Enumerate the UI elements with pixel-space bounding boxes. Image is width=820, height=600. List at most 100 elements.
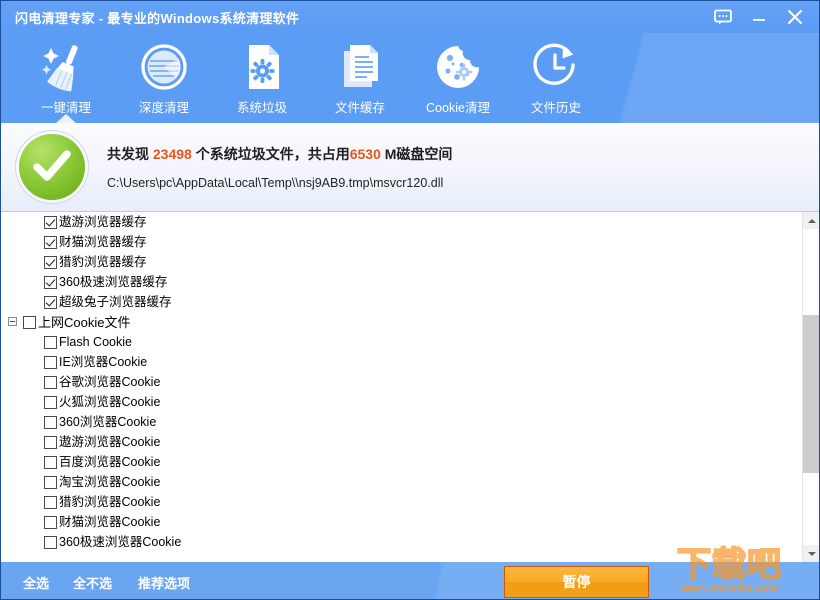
speech-bubble-icon: [714, 9, 732, 25]
item-label: 谷歌浏览器Cookie: [59, 374, 161, 389]
window-controls: [705, 1, 813, 33]
select-none-button[interactable]: 全不选: [73, 573, 112, 592]
tab-label: 文件缓存: [334, 101, 385, 115]
tab-label: 系统垃圾: [236, 101, 287, 115]
scrollbar-track[interactable]: [803, 229, 819, 545]
item-label: Flash Cookie: [59, 334, 132, 349]
item-checkbox[interactable]: [44, 355, 57, 369]
tab-label: 文件历史: [530, 101, 581, 115]
item-label: 火狐浏览器Cookie: [59, 394, 161, 409]
list-item[interactable]: 百度浏览器Cookie: [1, 452, 801, 472]
list-item[interactable]: 谷歌浏览器Cookie: [1, 372, 801, 392]
close-icon: [788, 10, 802, 24]
tab-deep-clean[interactable]: 深度清理: [115, 33, 213, 123]
item-label: 财猫浏览器Cookie: [59, 514, 161, 529]
item-label: 360极速浏览器Cookie: [59, 534, 182, 549]
disc-icon: [137, 39, 191, 95]
item-checkbox[interactable]: [44, 455, 57, 469]
collapse-expander-icon[interactable]: [8, 317, 17, 326]
tab-file-history[interactable]: 文件历史: [507, 33, 605, 123]
item-checkbox[interactable]: [44, 335, 57, 349]
window-title: 闪电清理专家 - 最专业的Windows系统清理软件: [15, 10, 300, 26]
scrollbar-thumb[interactable]: [803, 315, 819, 473]
pause-button[interactable]: 暂停: [504, 566, 649, 598]
item-checkbox[interactable]: [44, 275, 57, 289]
current-scan-path: C:\Users\pc\AppData\Local\Temp\\nsj9AB9.…: [107, 176, 444, 190]
list-item[interactable]: 超级兔子浏览器缓存: [1, 292, 801, 312]
summary-suffix: M磁盘空间: [380, 146, 453, 162]
cookie-icon: [431, 39, 485, 95]
tab-label: 深度清理: [138, 101, 189, 115]
item-label: 遨游浏览器缓存: [59, 214, 147, 229]
item-label: 遨游浏览器Cookie: [59, 434, 161, 449]
list-item[interactable]: IE浏览器Cookie: [1, 352, 801, 372]
list-item[interactable]: 财猫浏览器Cookie: [1, 512, 801, 532]
item-label: 360浏览器Cookie: [59, 414, 157, 429]
group-checkbox[interactable]: [23, 315, 36, 329]
item-checkbox[interactable]: [44, 215, 57, 229]
tab-cookie-clean[interactable]: Cookie清理: [409, 33, 507, 123]
item-label: 猎豹浏览器Cookie: [59, 494, 161, 509]
item-label: 猎豹浏览器缓存: [59, 254, 147, 269]
group-label: 上网Cookie文件: [38, 314, 131, 330]
list-item[interactable]: 淘宝浏览器Cookie: [1, 472, 801, 492]
list-group-cookie-files[interactable]: 上网Cookie文件: [1, 312, 801, 332]
active-tab-pointer: [55, 114, 77, 123]
item-checkbox[interactable]: [44, 435, 57, 449]
list-item[interactable]: 360浏览器Cookie: [1, 412, 801, 432]
close-button[interactable]: [777, 2, 813, 32]
feedback-button[interactable]: [705, 2, 741, 32]
select-all-button[interactable]: 全选: [23, 573, 49, 592]
scan-summary: 共发现 23498 个系统垃圾文件，共占用6530 M磁盘空间: [107, 144, 452, 164]
application-window: 闪电清理专家 - 最专业的Windows系统清理软件 一键清理 深度清理 系统垃…: [0, 0, 820, 600]
junk-list: 遨游浏览器缓存 财猫浏览器缓存 猎豹浏览器缓存 360极速浏览器缓存 超级兔子浏…: [1, 212, 801, 562]
item-checkbox[interactable]: [44, 535, 57, 549]
summary-prefix: 共发现: [107, 146, 153, 162]
item-checkbox[interactable]: [44, 255, 57, 269]
tab-file-cache[interactable]: 文件缓存: [311, 33, 409, 123]
list-item[interactable]: 360极速浏览器Cookie: [1, 532, 801, 552]
item-checkbox[interactable]: [44, 375, 57, 389]
list-item[interactable]: Flash Cookie: [1, 332, 801, 352]
list-item[interactable]: 猎豹浏览器缓存: [1, 252, 801, 272]
banner-text-block: 共发现 23498 个系统垃圾文件，共占用6530 M磁盘空间 C:\Users…: [107, 144, 452, 190]
green-check-icon: [19, 134, 85, 200]
title-bar: 闪电清理专家 - 最专业的Windows系统清理软件: [1, 1, 819, 33]
item-checkbox[interactable]: [44, 495, 57, 509]
item-label: 财猫浏览器缓存: [59, 234, 147, 249]
item-checkbox[interactable]: [44, 475, 57, 489]
tab-one-click-clean[interactable]: 一键清理: [17, 33, 115, 123]
item-label: IE浏览器Cookie: [59, 354, 148, 369]
summary-middle: 个系统垃圾文件，共占用: [191, 146, 350, 162]
minimize-button[interactable]: [741, 2, 777, 32]
junk-size-value: 6530: [349, 146, 381, 162]
item-checkbox[interactable]: [44, 295, 57, 309]
list-scrollbar[interactable]: [802, 212, 819, 562]
junk-list-area: 遨游浏览器缓存 财猫浏览器缓存 猎豹浏览器缓存 360极速浏览器缓存 超级兔子浏…: [1, 212, 819, 562]
bottom-bar: 全选 全不选 推荐选项 暂停: [1, 562, 819, 599]
recommended-options-button[interactable]: 推荐选项: [138, 573, 190, 592]
minimize-icon: [753, 19, 765, 21]
list-item[interactable]: 360极速浏览器缓存: [1, 272, 801, 292]
status-banner: 共发现 23498 个系统垃圾文件，共占用6530 M磁盘空间 C:\Users…: [1, 123, 819, 212]
list-item[interactable]: 财猫浏览器缓存: [1, 232, 801, 252]
tab-label: Cookie清理: [426, 101, 490, 115]
item-checkbox[interactable]: [44, 415, 57, 429]
scroll-down-button[interactable]: [803, 545, 819, 562]
tab-bar: 一键清理 深度清理 系统垃圾 文件缓存 Cookie清理 文件历史: [1, 33, 819, 123]
item-checkbox[interactable]: [44, 395, 57, 409]
item-label: 淘宝浏览器Cookie: [59, 474, 161, 489]
list-item[interactable]: 猎豹浏览器Cookie: [1, 492, 801, 512]
list-item[interactable]: 遨游浏览器Cookie: [1, 432, 801, 452]
item-label: 超级兔子浏览器缓存: [59, 294, 172, 309]
junk-file-count: 23498: [152, 146, 192, 162]
list-item[interactable]: 遨游浏览器缓存: [1, 212, 801, 232]
item-label: 360极速浏览器缓存: [59, 274, 168, 289]
item-checkbox[interactable]: [44, 235, 57, 249]
chevron-down-icon: [807, 551, 816, 556]
scroll-up-button[interactable]: [803, 212, 819, 229]
list-item[interactable]: 火狐浏览器Cookie: [1, 392, 801, 412]
tab-system-junk[interactable]: 系统垃圾: [213, 33, 311, 123]
main-toolbar: 一键清理 深度清理 系统垃圾 文件缓存 Cookie清理 文件历史: [1, 33, 819, 123]
item-checkbox[interactable]: [44, 515, 57, 529]
